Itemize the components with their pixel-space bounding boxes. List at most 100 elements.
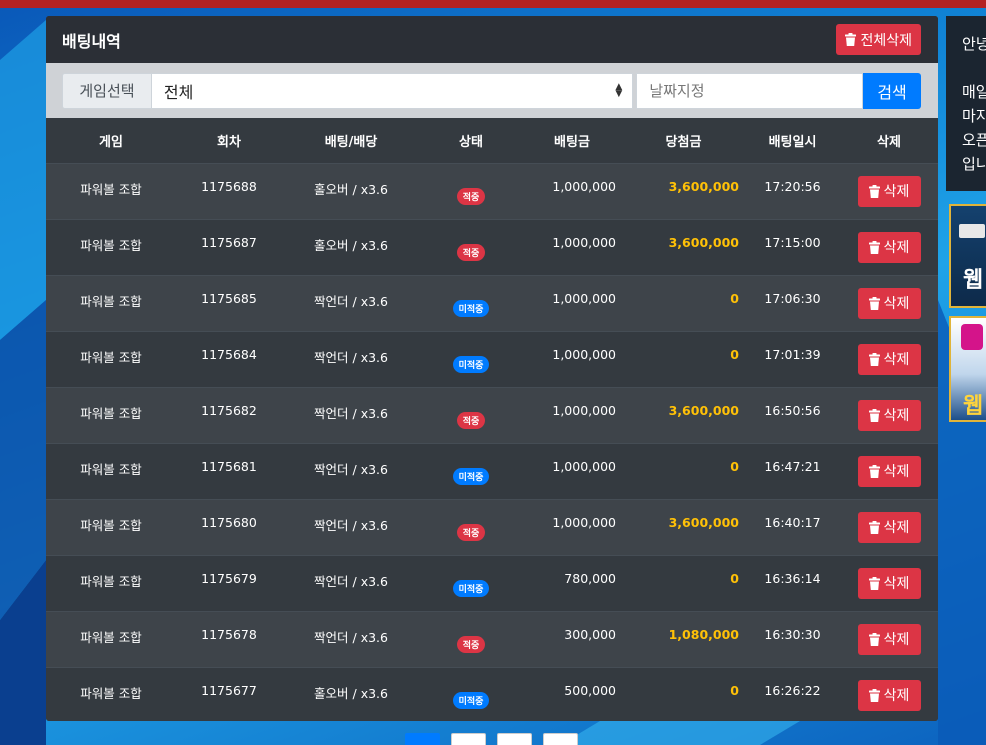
cell-bet: 홀오버 / x3.6 [282,162,420,219]
delete-button[interactable]: 삭제 [857,399,921,431]
delete-button[interactable]: 삭제 [857,287,921,319]
delete-button[interactable]: 삭제 [857,175,921,207]
delete-label: 삭제 [883,576,910,592]
delete-button[interactable]: 삭제 [857,511,921,543]
header-status: 상태 [420,118,522,164]
cell-win: 3,600,000 [622,162,745,219]
trash-icon [868,576,880,590]
delete-button[interactable]: 삭제 [857,455,921,487]
table-row: 파워볼 조합 1175688 홀오버 / x3.6 적중 1,000,000 3,600,… [46,162,938,219]
delete-label: 삭제 [883,464,910,480]
header-win: 당첨금 [622,118,745,164]
ad-banner-2[interactable]: 웹 [949,316,986,422]
date-input[interactable] [636,72,864,109]
cell-delete: 삭제 [840,610,938,667]
cell-win: 0 [622,274,745,331]
filter-bar: 게임선택 전체 ▲▼ 검색 [46,63,938,118]
cell-delete: 삭제 [840,498,938,555]
cell-game: 파워볼 조합 [46,442,176,499]
header-game: 게임 [46,118,176,164]
table-row: 파워볼 조합 1175681 짝언더 / x3.6 미적중 1,000,000 0 16:4… [46,442,938,499]
book-icon [959,224,985,238]
page-button[interactable] [497,733,532,745]
header-amount: 배팅금 [522,118,622,164]
delete-button[interactable]: 삭제 [857,343,921,375]
cell-bet: 홀오버 / x3.6 [282,218,420,275]
trash-icon [868,408,880,422]
cell-delete: 삭제 [840,162,938,219]
table-row: 파워볼 조합 1175677 홀오버 / x3.6 미적중 500,000 0 16:26:… [46,666,938,721]
table-row: 파워볼 조합 1175684 짝언더 / x3.6 미적중 1,000,000 0 17:0… [46,330,938,387]
cell-time: 16:50:56 [745,386,840,443]
trash-icon [868,352,880,366]
table-row: 파워볼 조합 1175685 짝언더 / x3.6 미적중 1,000,000 0 17:0… [46,274,938,331]
cell-status: 미적중 [420,274,522,331]
notice-line [962,56,986,80]
cell-time: 16:47:21 [745,442,840,499]
trash-icon [868,240,880,254]
header-round: 회차 [176,118,282,164]
status-badge: 미적중 [452,691,490,709]
cell-bet: 짝언더 / x3.6 [282,610,420,667]
cell-bet: 짝언더 / x3.6 [282,442,420,499]
ad-banner-2-text: 웹 [963,394,984,419]
search-button[interactable]: 검색 [863,72,921,109]
cell-amount: 1,000,000 [522,162,622,219]
ad-banner-1[interactable]: 웹 [949,204,986,308]
trash-icon [868,688,880,702]
status-badge: 적중 [456,243,486,261]
cell-game: 파워볼 조합 [46,218,176,275]
cell-win: 1,080,000 [622,610,745,667]
delete-label: 삭제 [883,296,910,312]
cell-game: 파워볼 조합 [46,162,176,219]
cell-round: 1175684 [176,330,282,387]
cell-status: 적중 [420,610,522,667]
cell-amount: 1,000,000 [522,330,622,387]
cell-amount: 1,000,000 [522,274,622,331]
cell-status: 적중 [420,162,522,219]
ad-banner-1-text: 웹 [963,268,984,293]
delete-all-label: 전체삭제 [860,32,912,49]
delete-button[interactable]: 삭제 [857,567,921,599]
trash-icon [868,296,880,310]
game-select[interactable]: 전체 ▲ ▼ [151,72,634,109]
cell-game: 파워볼 조합 [46,666,176,721]
cell-status: 적중 [420,386,522,443]
status-badge: 적중 [456,635,486,653]
notice-line: 오픈 [962,131,986,149]
betting-table: 게임 회차 배팅/배당 상태 배팅금 당첨금 배팅일시 삭제 파워볼 조합 117… [46,118,938,721]
delete-label: 삭제 [883,184,910,200]
cell-round: 1175678 [176,610,282,667]
cell-delete: 삭제 [840,274,938,331]
cell-time: 17:20:56 [745,162,840,219]
trash-icon [868,520,880,534]
page-button[interactable] [543,733,578,745]
table-row: 파워볼 조합 1175687 홀오버 / x3.6 적중 1,000,000 3,600,… [46,218,938,275]
cell-delete: 삭제 [840,554,938,611]
delete-button[interactable]: 삭제 [857,679,921,711]
header-time: 배팅일시 [745,118,840,164]
cell-game: 파워볼 조합 [46,498,176,555]
status-badge: 미적중 [452,467,490,485]
delete-all-button[interactable]: 전체삭제 [836,24,921,55]
delete-label: 삭제 [883,408,910,424]
header-delete: 삭제 [840,118,938,164]
cell-win: 0 [622,442,745,499]
cell-status: 적중 [420,498,522,555]
table-row: 파워볼 조합 1175678 짝언더 / x3.6 적중 300,000 1,080,00… [46,610,938,667]
game-select-value: 전체 [163,82,194,102]
page-button[interactable] [451,733,486,745]
trash-icon [868,464,880,478]
pagination [405,733,578,745]
page-button-active[interactable] [405,733,440,745]
cell-delete: 삭제 [840,386,938,443]
cell-win: 0 [622,666,745,721]
cell-bet: 홀오버 / x3.6 [282,666,420,721]
cell-status: 미적중 [420,666,522,721]
delete-button[interactable]: 삭제 [857,231,921,263]
ad-logo-icon [961,324,983,350]
cell-game: 파워볼 조합 [46,554,176,611]
delete-button[interactable]: 삭제 [857,623,921,655]
cell-game: 파워볼 조합 [46,386,176,443]
cell-round: 1175679 [176,554,282,611]
